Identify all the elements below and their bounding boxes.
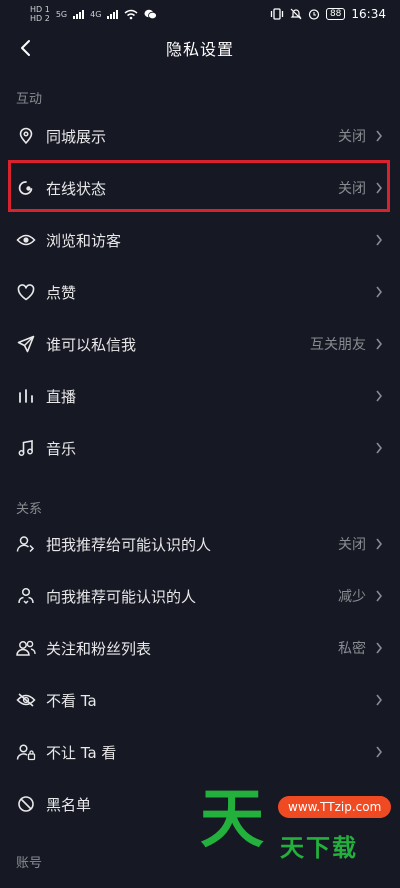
chevron-right-icon [374, 693, 384, 707]
wifi-icon [124, 9, 138, 19]
row-browse-visitors[interactable]: 浏览和访客 [0, 214, 400, 266]
watermark-url: www.TTzip.com [278, 796, 392, 818]
recommend-to-me-icon [16, 586, 36, 606]
sim1-label: HD 1 [30, 5, 50, 14]
nav-header: 隐私设置 [0, 28, 400, 68]
location-pin-icon [16, 126, 36, 146]
mute-bell-icon [290, 8, 302, 20]
row-label: 不看 Ta [46, 691, 97, 710]
sim2-label: HD 2 [30, 14, 50, 23]
music-note-icon [16, 438, 36, 458]
row-label: 浏览和访客 [46, 231, 122, 250]
battery-indicator: 88 [325, 8, 346, 20]
live-bars-icon [16, 386, 36, 406]
row-label: 向我推荐可能认识的人 [46, 587, 197, 606]
wechat-icon [144, 9, 158, 19]
row-recommend-to-me[interactable]: 向我推荐可能认识的人 减少 [0, 570, 400, 622]
chevron-right-icon [374, 233, 384, 247]
chevron-right-icon [374, 641, 384, 655]
row-value: 减少 [338, 589, 366, 605]
back-button[interactable] [10, 32, 40, 64]
row-follow-fans-list[interactable]: 关注和粉丝列表 私密 [0, 622, 400, 674]
paper-plane-icon [16, 334, 36, 354]
highlight-box [8, 160, 390, 212]
recommend-me-icon [16, 534, 36, 554]
chevron-right-icon [374, 337, 384, 351]
row-value: 私密 [338, 641, 366, 657]
row-label: 关注和粉丝列表 [46, 639, 152, 658]
row-label: 直播 [46, 387, 77, 406]
signal-icon [73, 9, 85, 19]
row-label: 音乐 [46, 439, 77, 458]
watermark-text: 天下载 [280, 834, 358, 862]
row-recommend-me[interactable]: 把我推荐给可能认识的人 关闭 [0, 518, 400, 570]
row-label: 把我推荐给可能认识的人 [46, 535, 212, 554]
chevron-right-icon [374, 589, 384, 603]
followers-icon [16, 638, 36, 658]
watermark-glyph: 天 [200, 783, 264, 857]
chevron-right-icon [374, 389, 384, 403]
block-icon [16, 794, 36, 814]
row-label: 点赞 [46, 283, 77, 302]
chevron-right-icon [374, 129, 384, 143]
row-label: 同城展示 [46, 127, 107, 146]
section-title-account: 账号 [16, 856, 43, 871]
chevron-left-icon [21, 40, 30, 56]
row-label: 谁可以私信我 [46, 335, 137, 354]
section-title-relationships: 关系 [16, 502, 43, 517]
row-value: 互关朋友 [310, 337, 366, 353]
chevron-right-icon [374, 537, 384, 551]
row-likes[interactable]: 点赞 [0, 266, 400, 318]
chevron-right-icon [374, 745, 384, 759]
row-who-can-message[interactable]: 谁可以私信我 互关朋友 [0, 318, 400, 370]
status-left: HD 1 HD 2 5G 4G [30, 5, 158, 23]
row-hide-from-them[interactable]: 不让 Ta 看 [0, 726, 400, 778]
user-lock-icon [16, 742, 36, 762]
eye-off-icon [16, 690, 36, 710]
net1-label: 5G [55, 9, 68, 19]
heart-icon [16, 282, 36, 302]
section-title-interaction: 互动 [16, 92, 43, 107]
net2-label: 4G [90, 9, 102, 19]
status-bar: HD 1 HD 2 5G 4G 88 16:34 [0, 0, 400, 28]
watermark: 天 www.TTzip.com 天下载 [200, 784, 392, 862]
row-live[interactable]: 直播 [0, 370, 400, 422]
clock: 16:34 [351, 7, 386, 21]
row-local-display[interactable]: 同城展示 关闭 [0, 110, 400, 162]
alarm-icon [308, 9, 320, 20]
row-dont-see-them[interactable]: 不看 Ta [0, 674, 400, 726]
vibrate-icon [270, 8, 284, 20]
row-music[interactable]: 音乐 [0, 422, 400, 474]
eye-icon [16, 230, 36, 250]
signal-icon-2 [107, 9, 119, 19]
sim-labels: HD 1 HD 2 [30, 5, 50, 23]
row-value: 关闭 [338, 537, 366, 553]
row-label: 不让 Ta 看 [46, 743, 117, 762]
row-value: 关闭 [338, 129, 366, 145]
status-right: 88 16:34 [270, 7, 386, 21]
chevron-right-icon [374, 285, 384, 299]
page-title: 隐私设置 [165, 40, 234, 59]
chevron-right-icon [374, 441, 384, 455]
